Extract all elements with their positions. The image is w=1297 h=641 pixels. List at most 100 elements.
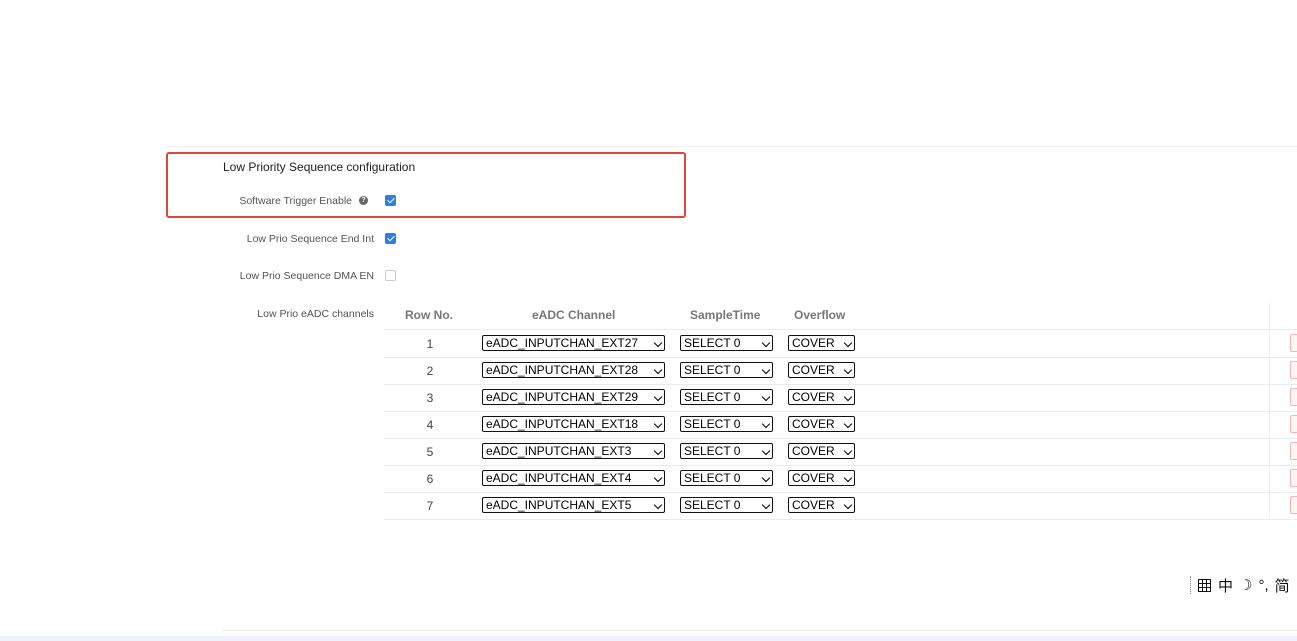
chevron-down-icon bbox=[843, 365, 853, 375]
chevron-down-icon bbox=[761, 365, 771, 375]
overflow-select[interactable]: COVER bbox=[788, 362, 855, 378]
channel-select[interactable]: eADC_INPUTCHAN_EXT29 bbox=[482, 389, 665, 405]
channel-select-value: eADC_INPUTCHAN_EXT28 bbox=[486, 363, 639, 377]
chevron-down-icon bbox=[761, 473, 771, 483]
row-number: 7 bbox=[426, 499, 434, 513]
channel-select-value: eADC_INPUTCHAN_EXT29 bbox=[486, 390, 639, 404]
ime-toolbar[interactable]: 中 ☽ °, 简 bbox=[1190, 574, 1296, 596]
sample-time-select-value: SELECT 0 bbox=[684, 390, 741, 404]
chevron-down-icon bbox=[761, 446, 771, 456]
table-row: 1 eADC_INPUTCHAN_EXT27 SELECT 0 COVER bbox=[384, 330, 1297, 358]
overflow-select[interactable]: COVER bbox=[788, 389, 855, 405]
overflow-select-value: COVER bbox=[792, 498, 835, 512]
dma-en-checkbox[interactable] bbox=[385, 270, 396, 281]
overflow-select[interactable]: COVER bbox=[788, 470, 855, 486]
bottom-strip bbox=[0, 636, 1297, 641]
delete-row-button[interactable] bbox=[1290, 496, 1297, 514]
delete-row-button[interactable] bbox=[1290, 415, 1297, 433]
ime-grid-icon[interactable] bbox=[1198, 578, 1211, 592]
sample-time-select[interactable]: SELECT 0 bbox=[680, 497, 773, 513]
chevron-down-icon bbox=[653, 338, 663, 348]
sample-time-select[interactable]: SELECT 0 bbox=[680, 416, 773, 432]
channel-select-value: eADC_INPUTCHAN_EXT4 bbox=[486, 471, 632, 485]
dma-en-label: Low Prio Sequence DMA EN bbox=[239, 270, 374, 282]
delete-row-button[interactable] bbox=[1290, 388, 1297, 406]
chevron-down-icon bbox=[653, 500, 663, 510]
sample-time-select-value: SELECT 0 bbox=[684, 471, 741, 485]
sample-time-select-value: SELECT 0 bbox=[684, 417, 741, 431]
overflow-select-value: COVER bbox=[792, 363, 835, 377]
sample-time-select-value: SELECT 0 bbox=[684, 444, 741, 458]
section-title: Low Priority Sequence configuration bbox=[223, 160, 416, 174]
sample-time-select[interactable]: SELECT 0 bbox=[680, 335, 773, 351]
sample-time-select[interactable]: SELECT 0 bbox=[680, 389, 773, 405]
chevron-down-icon bbox=[843, 419, 853, 429]
delete-row-button[interactable] bbox=[1290, 361, 1297, 379]
overflow-select-value: COVER bbox=[792, 417, 835, 431]
channel-select[interactable]: eADC_INPUTCHAN_EXT27 bbox=[482, 335, 665, 351]
section-divider bbox=[166, 146, 1297, 147]
table-row: 7 eADC_INPUTCHAN_EXT5 SELECT 0 COVER bbox=[384, 492, 1297, 520]
software-trigger-checkbox[interactable] bbox=[385, 195, 396, 206]
end-int-checkbox[interactable] bbox=[385, 233, 396, 244]
chevron-down-icon bbox=[761, 338, 771, 348]
table-row: 3 eADC_INPUTCHAN_EXT29 SELECT 0 COVER bbox=[384, 384, 1297, 412]
header-channel: eADC Channel bbox=[532, 308, 616, 322]
channel-select-value: eADC_INPUTCHAN_EXT5 bbox=[486, 498, 632, 512]
chevron-down-icon bbox=[653, 392, 663, 402]
overflow-select[interactable]: COVER bbox=[788, 443, 855, 459]
channel-select[interactable]: eADC_INPUTCHAN_EXT18 bbox=[482, 416, 665, 432]
sample-time-select-value: SELECT 0 bbox=[684, 363, 741, 377]
row-number: 5 bbox=[426, 445, 434, 459]
header-overflow: Overflow bbox=[794, 308, 846, 322]
software-trigger-label: Software Trigger Enable bbox=[239, 195, 352, 207]
chevron-down-icon bbox=[843, 473, 853, 483]
delete-row-button[interactable] bbox=[1290, 334, 1297, 352]
overflow-select-value: COVER bbox=[792, 471, 835, 485]
channel-select[interactable]: eADC_INPUTCHAN_EXT3 bbox=[482, 443, 665, 459]
channel-select-value: eADC_INPUTCHAN_EXT18 bbox=[486, 417, 639, 431]
sample-time-select[interactable]: SELECT 0 bbox=[680, 470, 773, 486]
table-row: 4 eADC_INPUTCHAN_EXT18 SELECT 0 COVER bbox=[384, 411, 1297, 439]
ime-mode-chinese[interactable]: 中 bbox=[1218, 575, 1233, 596]
overflow-select-value: COVER bbox=[792, 444, 835, 458]
footer-divider bbox=[222, 630, 1297, 631]
channel-select-value: eADC_INPUTCHAN_EXT3 bbox=[486, 444, 632, 458]
delete-row-button[interactable] bbox=[1290, 469, 1297, 487]
row-number: 6 bbox=[426, 472, 434, 486]
channel-select[interactable]: eADC_INPUTCHAN_EXT4 bbox=[482, 470, 665, 486]
table-row: 5 eADC_INPUTCHAN_EXT3 SELECT 0 COVER bbox=[384, 438, 1297, 466]
ime-drag-handle[interactable] bbox=[1190, 576, 1192, 594]
chevron-down-icon bbox=[653, 419, 663, 429]
chevron-down-icon bbox=[761, 500, 771, 510]
overflow-select[interactable]: COVER bbox=[788, 416, 855, 432]
sample-time-select-value: SELECT 0 bbox=[684, 336, 741, 350]
chevron-down-icon bbox=[653, 473, 663, 483]
channel-select-value: eADC_INPUTCHAN_EXT27 bbox=[486, 336, 639, 350]
overflow-select-value: COVER bbox=[792, 390, 835, 404]
delete-row-button[interactable] bbox=[1290, 442, 1297, 460]
ime-moon-icon[interactable]: ☽ bbox=[1239, 576, 1252, 594]
row-number: 3 bbox=[426, 391, 434, 405]
row-number: 2 bbox=[426, 364, 434, 378]
channel-select[interactable]: eADC_INPUTCHAN_EXT5 bbox=[482, 497, 665, 513]
chevron-down-icon bbox=[843, 392, 853, 402]
chevron-down-icon bbox=[843, 446, 853, 456]
table-row: 2 eADC_INPUTCHAN_EXT28 SELECT 0 COVER bbox=[384, 357, 1297, 385]
sample-time-select[interactable]: SELECT 0 bbox=[680, 443, 773, 459]
sample-time-select[interactable]: SELECT 0 bbox=[680, 362, 773, 378]
chevron-down-icon bbox=[843, 500, 853, 510]
table-row: 6 eADC_INPUTCHAN_EXT4 SELECT 0 COVER bbox=[384, 465, 1297, 493]
overflow-select[interactable]: COVER bbox=[788, 335, 855, 351]
end-int-label: Low Prio Sequence End Int bbox=[246, 233, 374, 245]
overflow-select[interactable]: COVER bbox=[788, 497, 855, 513]
ime-simplified[interactable]: 简 bbox=[1275, 575, 1290, 596]
header-sample-time: SampleTime bbox=[690, 308, 761, 322]
chevron-down-icon bbox=[761, 419, 771, 429]
channel-select[interactable]: eADC_INPUTCHAN_EXT28 bbox=[482, 362, 665, 378]
ime-punctuation[interactable]: °, bbox=[1258, 577, 1268, 594]
question-circle-icon[interactable]: ? bbox=[359, 196, 368, 205]
channels-label: Low Prio eADC channels bbox=[257, 308, 374, 320]
header-row-no: Row No. bbox=[405, 308, 453, 322]
chevron-down-icon bbox=[761, 392, 771, 402]
